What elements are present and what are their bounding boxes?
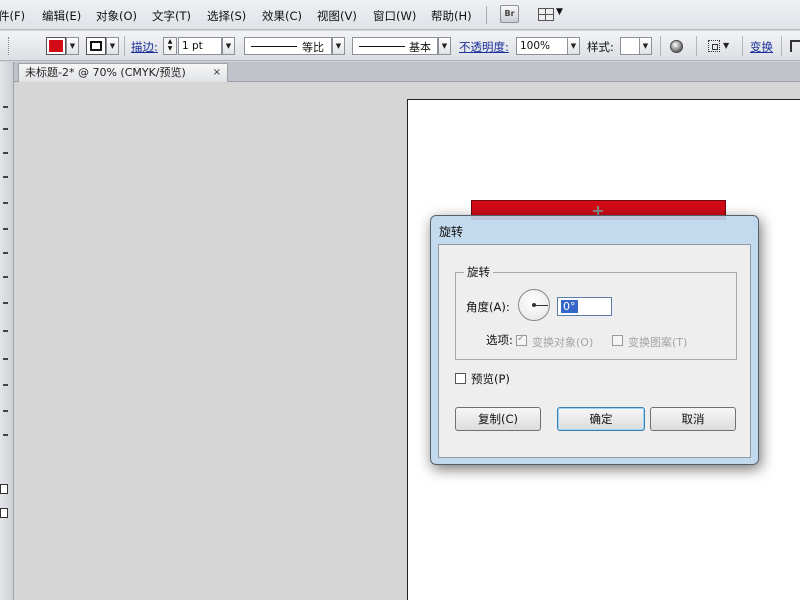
rotate-dialog: 旋转 旋转 角度(A): 0° 选项: 变换对象(O) 变换图案(T) 预览(P… <box>430 215 759 465</box>
drawing-mode-icon[interactable] <box>0 508 8 518</box>
opacity-dropdown[interactable]: ▼ <box>567 37 580 55</box>
ok-button[interactable]: 确定 <box>557 407 645 431</box>
dial-hand-icon <box>534 305 548 306</box>
menu-help[interactable]: 帮助(H) <box>431 8 472 24</box>
profile-dropdown[interactable]: ▼ <box>332 37 345 55</box>
preview-checkbox[interactable] <box>455 373 466 384</box>
menu-view[interactable]: 视图(V) <box>317 8 357 24</box>
tool-magic-wand-icon[interactable] <box>3 152 8 154</box>
copy-button[interactable]: 复制(C) <box>455 407 541 431</box>
profile-label: 等比 <box>302 41 324 54</box>
menu-window[interactable]: 窗口(W) <box>373 8 416 24</box>
separator <box>742 36 743 56</box>
tool-pen-icon[interactable] <box>3 176 8 178</box>
menu-bar: 件(F) 编辑(E) 对象(O) 文字(T) 选择(S) 效果(C) 视图(V)… <box>0 0 800 30</box>
dial-center-icon <box>532 303 536 307</box>
isolate-icon[interactable] <box>790 40 800 52</box>
profile-line-preview <box>251 46 297 47</box>
tool-graph-icon[interactable] <box>3 434 8 436</box>
tool-rotate-icon[interactable] <box>3 330 8 332</box>
tool-rectangle-icon[interactable] <box>3 252 8 254</box>
dialog-title: 旋转 <box>439 225 464 239</box>
brush-dropdown[interactable]: ▼ <box>438 37 451 55</box>
menu-file[interactable]: 件(F) <box>0 8 25 24</box>
menu-type[interactable]: 文字(T) <box>152 8 191 24</box>
variable-width-profile-select[interactable]: 等比 <box>244 37 332 55</box>
fill-color-swatch[interactable] <box>46 37 66 55</box>
cancel-button[interactable]: 取消 <box>650 407 736 431</box>
stroke-dropdown-button[interactable]: ▼ <box>106 37 119 55</box>
bridge-button[interactable]: Br <box>500 5 519 23</box>
tool-scale-icon[interactable] <box>3 358 8 360</box>
close-icon[interactable]: × <box>213 64 221 81</box>
angle-value: 0° <box>561 300 578 313</box>
tool-line-icon[interactable] <box>3 228 8 230</box>
tool-warp-icon[interactable] <box>3 384 8 386</box>
options-label: 选项: <box>486 333 513 347</box>
document-tab-title: 未标题-2* @ 70% (CMYK/预览) <box>25 66 186 79</box>
tools-panel <box>0 62 14 600</box>
chevron-down-icon: ▼ <box>556 7 563 17</box>
brush-definition-select[interactable]: 基本 <box>352 37 438 55</box>
graphic-style-dropdown[interactable]: ▼ <box>639 37 652 55</box>
separator <box>781 36 782 56</box>
transform-objects-checkbox[interactable] <box>516 333 527 346</box>
separator <box>660 36 661 56</box>
workspace-grid-icon <box>538 8 554 21</box>
workspace-switcher-button[interactable]: ▼ <box>538 6 566 23</box>
fill-dropdown-button[interactable]: ▼ <box>66 37 79 55</box>
style-label: 样式: <box>587 40 614 54</box>
angle-label: 角度(A): <box>466 300 510 314</box>
fill-stroke-icon[interactable] <box>0 484 8 494</box>
align-icon[interactable] <box>708 40 720 52</box>
angle-input[interactable]: 0° <box>557 297 612 316</box>
separator <box>696 36 697 56</box>
preview-label: 预览(P) <box>471 372 510 386</box>
tool-brush-icon[interactable] <box>3 276 8 278</box>
menu-effect[interactable]: 效果(C) <box>262 8 302 24</box>
tool-type-icon[interactable] <box>3 202 8 204</box>
tool-pencil-icon[interactable] <box>3 302 8 304</box>
document-tab-bar: 未标题-2* @ 70% (CMYK/预览) × <box>14 62 800 82</box>
brush-label: 基本 <box>409 41 431 54</box>
opacity-input[interactable]: 100% <box>516 37 568 55</box>
menu-separator <box>486 6 487 24</box>
menu-edit[interactable]: 编辑(E) <box>42 8 81 24</box>
stroke-label[interactable]: 描边: <box>131 39 158 55</box>
stroke-weight-input[interactable]: 1 pt <box>178 37 222 55</box>
rotate-group: 旋转 角度(A): 0° 选项: 变换对象(O) 变换图案(T) <box>455 264 737 360</box>
tool-selection-icon[interactable] <box>3 106 8 108</box>
group-title: 旋转 <box>464 264 493 280</box>
transform-patterns-checkbox[interactable] <box>612 335 623 346</box>
chevron-down-icon[interactable]: ▼ <box>723 41 729 50</box>
tool-symbol-icon[interactable] <box>3 410 8 412</box>
menu-object[interactable]: 对象(O) <box>96 8 137 24</box>
dialog-body: 旋转 角度(A): 0° 选项: 变换对象(O) 变换图案(T) 预览(P) 复… <box>438 244 751 458</box>
stroke-color-swatch[interactable] <box>86 37 106 55</box>
opacity-label[interactable]: 不透明度: <box>459 39 509 55</box>
stroke-weight-stepper[interactable]: ▲ ▼ <box>163 37 177 55</box>
menu-select[interactable]: 选择(S) <box>207 8 246 24</box>
transform-patterns-label: 变换图案(T) <box>628 336 688 349</box>
separator <box>124 36 125 56</box>
brush-line-preview <box>359 46 405 47</box>
graphic-style-swatch[interactable] <box>620 37 640 55</box>
transform-label[interactable]: 变换 <box>750 39 773 55</box>
stroke-square-icon <box>90 41 102 51</box>
document-tab[interactable]: 未标题-2* @ 70% (CMYK/预览) × <box>18 63 228 82</box>
panel-grip-icon[interactable] <box>8 37 10 55</box>
control-bar: ▼ ▼ 描边: ▲ ▼ 1 pt ▼ 等比 ▼ 基本 ▼ 不透明度: 100% ▼… <box>0 31 800 61</box>
angle-dial[interactable] <box>518 289 550 321</box>
transform-objects-label: 变换对象(O) <box>532 336 594 349</box>
tool-direct-selection-icon[interactable] <box>3 128 8 130</box>
recolor-artwork-icon[interactable] <box>670 40 683 53</box>
stroke-weight-dropdown[interactable]: ▼ <box>222 37 235 55</box>
fill-color-chip <box>49 40 63 52</box>
